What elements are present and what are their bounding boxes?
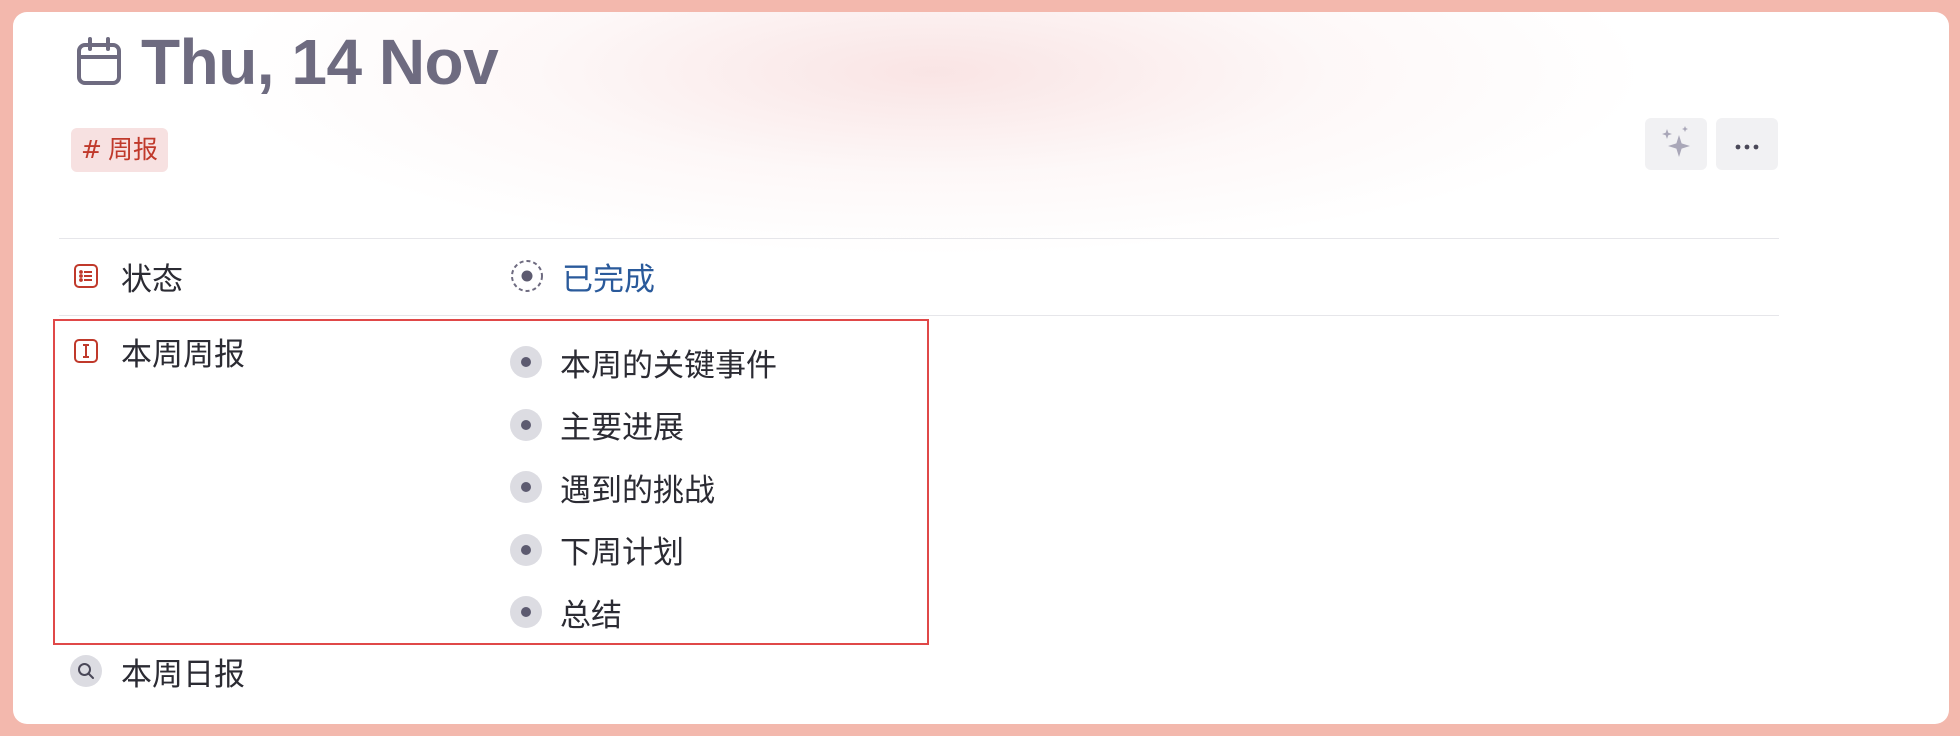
status-value[interactable]: 已完成: [510, 255, 655, 298]
property-label-status: 状态: [121, 261, 183, 298]
title-row: Thu, 14 Nov: [75, 26, 499, 98]
divider-top: [59, 238, 1779, 239]
calendar-icon: [75, 36, 123, 88]
list-icon: [72, 262, 100, 290]
property-label-daily-report: 本周日报: [121, 656, 245, 693]
bullet-icon: [510, 346, 542, 379]
bullet-icon: [510, 408, 542, 441]
list-item-text: 下周计划: [560, 535, 684, 572]
tag-weekly-report[interactable]: # 周报: [71, 128, 168, 172]
list-item[interactable]: 本周的关键事件: [510, 331, 777, 394]
bullet-icon: [510, 533, 542, 566]
list-item-text: 主要进展: [560, 410, 684, 447]
divider-middle: [59, 315, 1779, 316]
bullet-icon: [510, 471, 542, 504]
more-options-button[interactable]: [1716, 118, 1778, 170]
page-title: Thu, 14 Nov: [141, 26, 499, 98]
weekly-report-list: 本周的关键事件 主要进展 遇到的挑战 下周计划 总结: [510, 331, 777, 644]
bullet-icon: [510, 596, 542, 629]
search-icon: [70, 655, 102, 687]
property-label-weekly-report: 本周周报: [121, 336, 245, 373]
list-item[interactable]: 下周计划: [510, 519, 777, 582]
tag-label: 周报: [107, 135, 158, 164]
list-item-text: 本周的关键事件: [560, 347, 777, 384]
tag-hash: #: [81, 135, 102, 164]
more-horizontal-icon: [1735, 135, 1759, 154]
status-value-text: 已完成: [562, 261, 655, 298]
list-item-text: 遇到的挑战: [560, 472, 715, 509]
text-cursor-icon: [72, 337, 100, 365]
page-card: Thu, 14 Nov # 周报 状态 已完成 本周周报 本周的关键事件 主要进…: [13, 12, 1949, 724]
list-item[interactable]: 主要进展: [510, 394, 777, 457]
list-item[interactable]: 遇到的挑战: [510, 456, 777, 519]
status-done-icon: [510, 259, 544, 293]
list-item-text: 总结: [560, 597, 622, 634]
list-item[interactable]: 总结: [510, 581, 777, 644]
ai-button[interactable]: [1645, 118, 1707, 170]
sparkles-icon: [1661, 125, 1691, 163]
